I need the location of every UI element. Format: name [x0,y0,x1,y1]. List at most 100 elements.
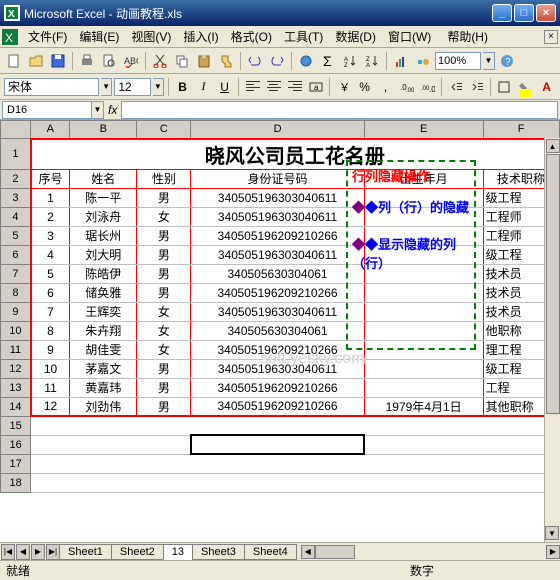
row-header[interactable]: 5 [1,226,31,245]
hdr-seq[interactable]: 序号 [31,169,70,188]
zoom-combo[interactable]: 100% [435,52,481,70]
row-header[interactable]: 7 [1,264,31,283]
sheet-tab[interactable]: Sheet2 [111,544,164,560]
sheet-tab[interactable]: Sheet4 [244,544,297,560]
cut-button[interactable] [150,51,170,71]
vertical-scrollbar[interactable]: ▲ ▼ [544,138,560,542]
title-cell[interactable]: 晓风公司员工花名册 [31,139,559,170]
cell-seq[interactable]: 12 [31,397,70,416]
scroll-up-icon[interactable]: ▲ [546,139,560,153]
cell-sex[interactable]: 男 [137,378,191,397]
hdr-sex[interactable]: 性别 [137,169,191,188]
print-button[interactable] [77,51,97,71]
cell-id[interactable]: 340505630304061 [191,264,364,283]
cell[interactable] [31,435,191,454]
cell-dob[interactable] [364,264,483,283]
bold-button[interactable]: B [173,77,192,97]
row-header[interactable]: 8 [1,283,31,302]
row-header[interactable]: 9 [1,302,31,321]
copy-button[interactable] [172,51,192,71]
row-header[interactable]: 6 [1,245,31,264]
row-header[interactable]: 2 [1,169,31,188]
zoom-dropdown-icon[interactable]: ▼ [483,52,495,70]
cell-sex[interactable]: 男 [137,226,191,245]
row-header[interactable]: 16 [1,435,31,454]
row-header[interactable]: 15 [1,416,31,435]
col-header-A[interactable]: A [31,121,70,139]
undo-button[interactable] [245,51,265,71]
cell-seq[interactable]: 2 [31,207,70,226]
col-header-C[interactable]: C [137,121,191,139]
formula-input[interactable] [121,101,558,119]
font-combo[interactable]: 宋体 [4,78,99,96]
cell-sex[interactable]: 女 [137,207,191,226]
scroll-down-icon[interactable]: ▼ [545,526,559,540]
cell-name[interactable]: 琚长州 [70,226,137,245]
maximize-button[interactable]: □ [514,4,534,22]
format-painter-button[interactable] [216,51,236,71]
cell-name[interactable]: 黄嘉玮 [70,378,137,397]
cell-id[interactable]: 340505196303040611 [191,302,364,321]
scroll-right-icon[interactable]: ▶ [546,545,560,559]
cell-name[interactable]: 茅嘉文 [70,359,137,378]
cell-dob[interactable] [364,245,483,264]
fx-icon[interactable]: fx [108,103,117,117]
sheet-tab-active[interactable]: 13 [163,544,193,560]
cell-id[interactable]: 340505196303040611 [191,207,364,226]
percent-button[interactable]: % [355,77,374,97]
cell-seq[interactable]: 9 [31,340,70,359]
comma-button[interactable]: , [376,77,395,97]
save-button[interactable] [48,51,68,71]
spreadsheet-grid[interactable]: A B C D E F 1 晓风公司员工花名册 2 序号 姓名 性别 身份证号码… [0,120,560,542]
cell-id[interactable]: 340505196209210266 [191,397,364,416]
cell-dob[interactable] [364,207,483,226]
active-cell[interactable] [191,435,364,454]
cell-name[interactable]: 刘泳舟 [70,207,137,226]
col-header-F[interactable]: F [483,121,559,139]
dec-indent-button[interactable] [446,77,465,97]
menu-edit[interactable]: 编辑(E) [73,26,125,47]
cell-name[interactable]: 刘劲伟 [70,397,137,416]
scroll-left-icon[interactable]: ◀ [301,545,315,559]
row-header[interactable]: 14 [1,397,31,416]
size-dropdown-icon[interactable]: ▼ [153,78,164,96]
minimize-button[interactable]: _ [492,4,512,22]
row-header[interactable]: 11 [1,340,31,359]
menu-format[interactable]: 格式(O) [225,26,278,47]
row-header[interactable]: 10 [1,321,31,340]
cell-seq[interactable]: 10 [31,359,70,378]
open-button[interactable] [26,51,46,71]
horizontal-scrollbar[interactable]: ◀ ▶ [301,544,560,560]
cell-id[interactable]: 340505196303040611 [191,359,364,378]
row-header[interactable]: 18 [1,473,31,492]
sort-desc-button[interactable]: ZA [362,51,382,71]
cell-dob[interactable]: 1979年4月1日 [364,397,483,416]
cell[interactable] [31,473,559,492]
cell-dob[interactable] [364,188,483,207]
namebox-dropdown-icon[interactable]: ▼ [92,101,104,119]
cell-id[interactable]: 340505196209210266 [191,226,364,245]
tab-next-button[interactable]: ▶ [31,544,45,560]
cell-seq[interactable]: 4 [31,245,70,264]
cell-dob[interactable] [364,283,483,302]
inc-decimal-button[interactable]: .0.00 [397,77,416,97]
cell-seq[interactable]: 8 [31,321,70,340]
cell-sex[interactable]: 女 [137,340,191,359]
cell-sex[interactable]: 女 [137,321,191,340]
menu-help[interactable]: 帮助(H) [441,26,494,47]
cell-id[interactable]: 340505196303040611 [191,245,364,264]
font-dropdown-icon[interactable]: ▼ [101,78,112,96]
hdr-name[interactable]: 姓名 [70,169,137,188]
dec-decimal-button[interactable]: .00.0 [418,77,437,97]
align-center-button[interactable] [264,77,283,97]
menu-view[interactable]: 视图(V) [125,26,177,47]
align-left-button[interactable] [243,77,262,97]
cell-seq[interactable]: 3 [31,226,70,245]
select-all-corner[interactable] [1,121,31,139]
fill-color-button[interactable] [516,77,535,97]
row-header[interactable]: 4 [1,207,31,226]
cell-id[interactable]: 340505196209210266 [191,340,364,359]
chart-button[interactable] [391,51,411,71]
hdr-id[interactable]: 身份证号码 [191,169,364,188]
col-header-D[interactable]: D [191,121,364,139]
